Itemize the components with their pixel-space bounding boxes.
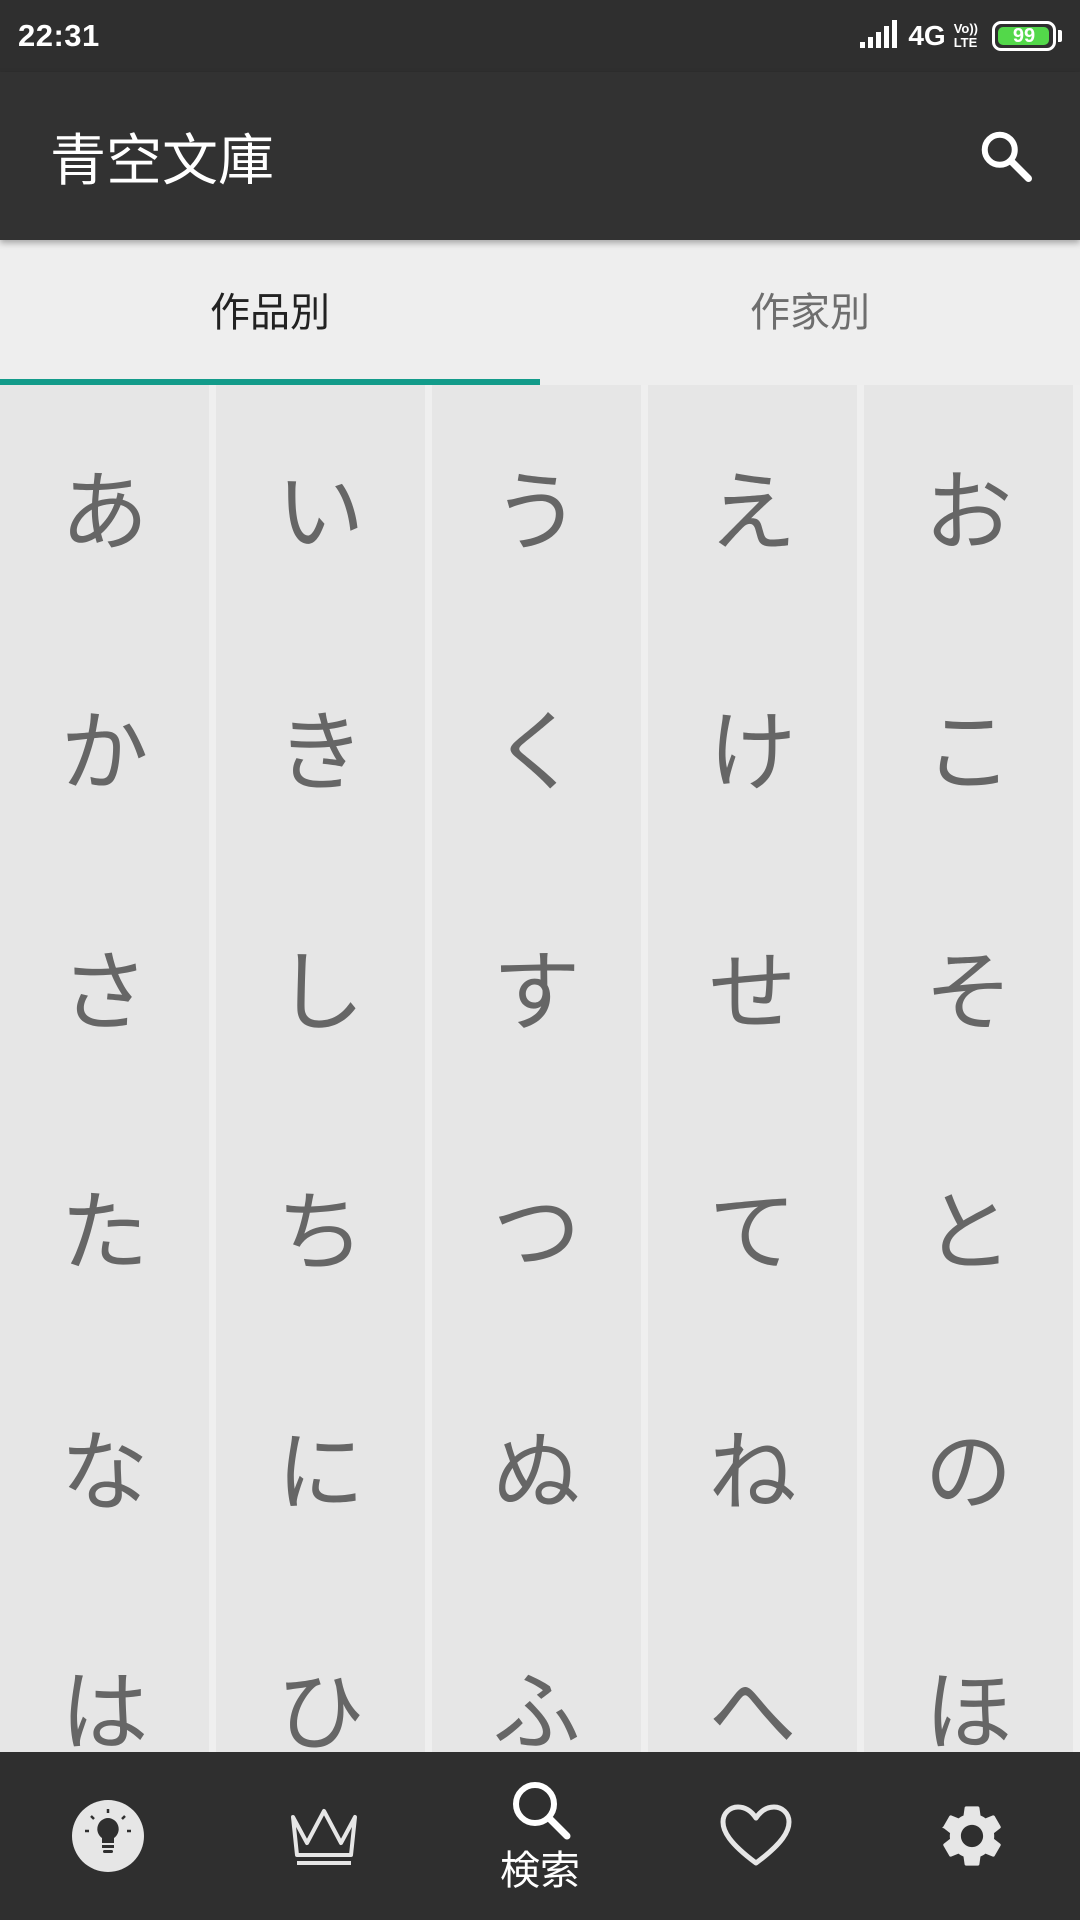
kana-cell[interactable]: の: [864, 1345, 1073, 1585]
kana-cell[interactable]: ひ: [216, 1585, 425, 1753]
kana-cell[interactable]: な: [0, 1345, 209, 1585]
nav-recommend[interactable]: [0, 1752, 216, 1920]
kana-cell[interactable]: し: [216, 865, 425, 1105]
kana-cell[interactable]: あ: [0, 385, 209, 625]
kana-cell[interactable]: き: [216, 625, 425, 865]
heart-icon: [720, 1804, 792, 1866]
status-bar: 22:31 4G Vo)) LTE 99: [0, 0, 1080, 72]
kana-cell[interactable]: う: [432, 385, 641, 625]
nav-search-label: 検索: [500, 1848, 580, 1894]
battery-level: 99: [1012, 25, 1036, 47]
kana-cell[interactable]: ふ: [432, 1585, 641, 1753]
kana-cell[interactable]: に: [216, 1345, 425, 1585]
nav-search[interactable]: 検索: [432, 1752, 648, 1920]
kana-cell[interactable]: ぬ: [432, 1345, 641, 1585]
kana-column: えけせてねへ: [648, 385, 857, 1752]
kana-cell[interactable]: お: [864, 385, 1073, 625]
search-icon: [981, 131, 1032, 182]
kana-cell[interactable]: せ: [648, 865, 857, 1105]
kana-cell[interactable]: ほ: [864, 1585, 1073, 1753]
status-indicators: 4G Vo)) LTE 99: [860, 20, 1062, 52]
kana-cell[interactable]: そ: [864, 865, 1073, 1105]
kana-cell[interactable]: ね: [648, 1345, 857, 1585]
battery-icon: 99: [992, 21, 1056, 51]
kana-cell[interactable]: け: [648, 625, 857, 865]
network-type: 4G: [908, 20, 946, 51]
gear-icon: [942, 1806, 1001, 1866]
kana-cell[interactable]: て: [648, 1105, 857, 1345]
kana-cell[interactable]: つ: [432, 1105, 641, 1345]
kana-cell[interactable]: ち: [216, 1105, 425, 1345]
kana-cell[interactable]: か: [0, 625, 209, 865]
tab-authors[interactable]: 作家別: [540, 240, 1080, 385]
kana-cell[interactable]: た: [0, 1105, 209, 1345]
app-bar: 青空文庫: [0, 72, 1080, 240]
nav-ranking[interactable]: [216, 1752, 432, 1920]
kana-cell[interactable]: へ: [648, 1585, 857, 1753]
volte-indicator: Vo)) LTE: [954, 22, 978, 50]
kana-cell[interactable]: は: [0, 1585, 209, 1753]
nav-settings[interactable]: [864, 1752, 1080, 1920]
search-button[interactable]: [970, 120, 1042, 192]
kana-column: うくすつぬふ: [432, 385, 641, 1752]
volte-bottom: LTE: [953, 35, 978, 50]
kana-column: おこそとのほ: [864, 385, 1073, 1752]
kana-cell[interactable]: す: [432, 865, 641, 1105]
kana-cell[interactable]: く: [432, 625, 641, 865]
kana-cell[interactable]: と: [864, 1105, 1073, 1345]
signal-icon: [860, 20, 900, 52]
kana-cell[interactable]: え: [648, 385, 857, 625]
tab-works-label: 作品別: [210, 289, 330, 336]
lightbulb-icon: [72, 1800, 144, 1872]
kana-cell[interactable]: さ: [0, 865, 209, 1105]
volte-top: Vo)): [953, 21, 978, 36]
kana-cell[interactable]: い: [216, 385, 425, 625]
kana-grid: あかさたなはいきしちにひうくすつぬふえけせてねへおこそとのほ: [0, 385, 1080, 1752]
tab-authors-label: 作家別: [750, 289, 870, 336]
battery-tip: [1058, 30, 1062, 42]
status-time: 22:31: [18, 18, 100, 53]
crown-icon: [291, 1809, 357, 1865]
kana-column: あかさたなは: [0, 385, 209, 1752]
search-icon: [513, 1782, 571, 1840]
kana-column: いきしちにひ: [216, 385, 425, 1752]
kana-cell[interactable]: こ: [864, 625, 1073, 865]
nav-favorites[interactable]: [648, 1752, 864, 1920]
tab-bar: 作品別 作家別: [0, 240, 1080, 385]
tab-works[interactable]: 作品別: [0, 240, 540, 385]
bottom-nav: 検索: [0, 1752, 1080, 1920]
app-title: 青空文庫: [50, 128, 274, 194]
